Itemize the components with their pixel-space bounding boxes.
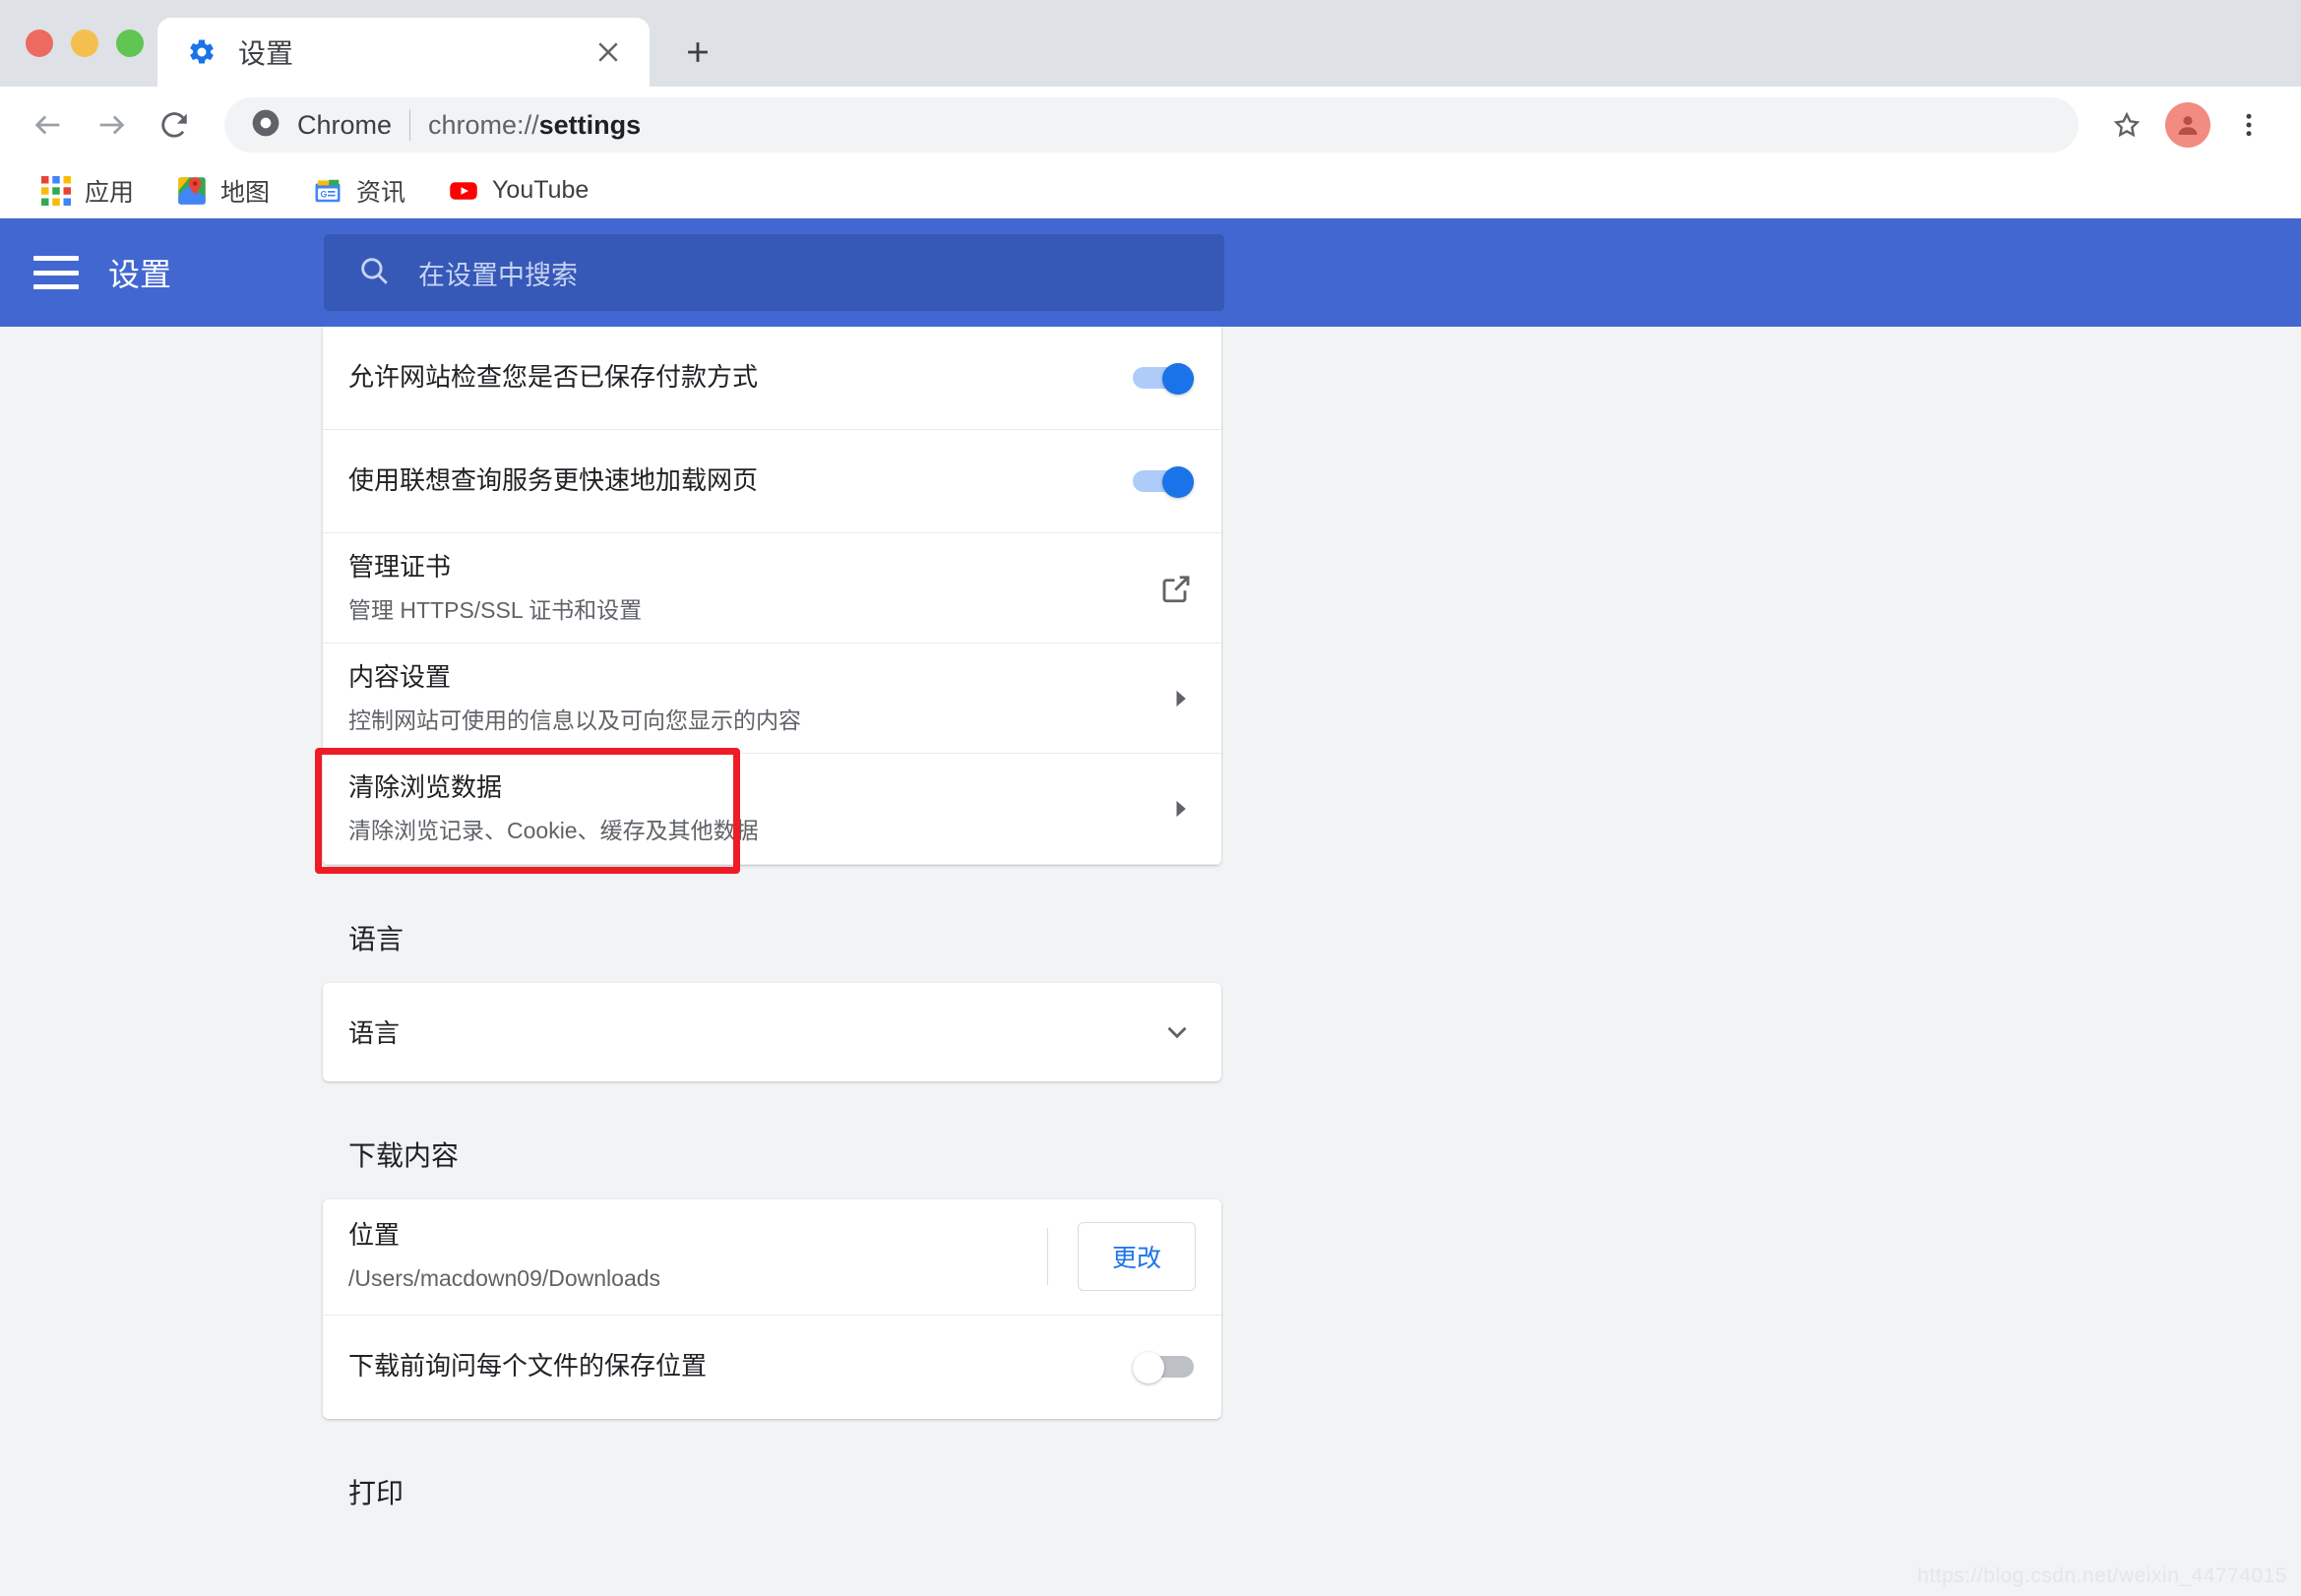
row-text: 位置 /Users/macdown09/Downloads (348, 1201, 1037, 1311)
arrow-right-icon[interactable] (1166, 795, 1194, 823)
section-title-language: 语言 (348, 923, 404, 954)
address-bar[interactable]: Chrome chrome://settings (224, 97, 2079, 153)
browser-toolbar: Chrome chrome://settings (0, 87, 2301, 163)
row-text: 管理证书 管理 HTTPS/SSL 证书和设置 (348, 533, 1158, 643)
settings-header: 设置 在设置中搜索 (0, 218, 2301, 327)
window-maximize-button[interactable] (116, 30, 144, 57)
change-location-button[interactable]: 更改 (1077, 1222, 1196, 1292)
chrome-logo-icon (250, 107, 281, 144)
row-title: 下载前询问每个文件的保存位置 (348, 1351, 708, 1381)
page-title: 设置 (108, 257, 172, 292)
close-icon[interactable] (589, 32, 628, 72)
hamburger-icon[interactable] (33, 256, 79, 289)
vertical-divider (1046, 1228, 1048, 1286)
tab-strip: 设置 (0, 0, 2301, 87)
three-dot-menu-icon[interactable] (2220, 96, 2277, 153)
toggle-prediction-service[interactable] (1133, 466, 1194, 498)
row-subtitle: 管理 HTTPS/SSL 证书和设置 (348, 596, 643, 623)
google-news-icon: G (313, 176, 342, 206)
setting-row-payment-check[interactable]: 允许网站检查您是否已保存付款方式 (323, 327, 1221, 430)
watermark: https://blog.csdn.net/weixin_44774015 (1917, 1565, 2287, 1587)
forward-arrow-icon[interactable] (83, 96, 140, 153)
address-bar-url[interactable]: chrome://settings (428, 110, 641, 141)
row-subtitle: 控制网站可使用的信息以及可向您显示的内容 (348, 706, 801, 733)
arrow-right-icon[interactable] (1166, 685, 1194, 712)
bookmark-label: 地图 (220, 178, 271, 207)
omnibox-divider (409, 109, 411, 141)
window-minimize-button[interactable] (71, 30, 98, 57)
site-chip: Chrome (250, 107, 392, 144)
row-title: 内容设置 (348, 662, 452, 693)
search-icon (357, 254, 391, 292)
row-title: 使用联想查询服务更快速地加载网页 (348, 465, 759, 496)
star-icon[interactable] (2098, 96, 2155, 153)
row-title: 允许网站检查您是否已保存付款方式 (348, 362, 759, 393)
tab-title: 设置 (238, 38, 294, 69)
privacy-settings-card: 允许网站检查您是否已保存付款方式 使用联想查询服务更快速地加载网页 管理证书 管… (315, 327, 1221, 874)
row-title: 清除浏览数据 (348, 772, 503, 803)
apps-grid-icon (41, 175, 71, 206)
setting-row-clear-browsing-data[interactable]: 清除浏览数据 清除浏览记录、Cookie、缓存及其他数据 (323, 754, 1221, 865)
google-maps-icon (177, 176, 207, 206)
section-title-downloads: 下载内容 (348, 1139, 460, 1171)
section-title-print: 打印 (348, 1477, 404, 1508)
bookmark-youtube[interactable]: YouTube (431, 170, 606, 212)
setting-row-prediction-service[interactable]: 使用联想查询服务更快速地加载网页 (323, 430, 1221, 533)
window-controls (18, 0, 157, 87)
gear-icon (187, 37, 217, 67)
setting-row-content-settings[interactable]: 内容设置 控制网站可使用的信息以及可向您显示的内容 (323, 644, 1221, 755)
download-path-value: /Users/macdown09/Downloads (348, 1265, 661, 1292)
toggle-knob (1162, 466, 1194, 498)
row-text: 使用联想查询服务更快速地加载网页 (348, 447, 1133, 516)
chevron-down-icon[interactable] (1160, 1015, 1194, 1049)
svg-text:G: G (321, 189, 328, 199)
downloads-card: 位置 /Users/macdown09/Downloads 更改 下载前询问每个… (323, 1198, 1221, 1419)
bookmark-label: 应用 (85, 178, 135, 207)
language-expand-row[interactable]: 语言 (323, 983, 1221, 1081)
row-subtitle: 清除浏览记录、Cookie、缓存及其他数据 (348, 818, 759, 844)
settings-page-body: 允许网站检查您是否已保存付款方式 使用联想查询服务更快速地加载网页 管理证书 管… (0, 327, 2301, 1596)
url-prefix: chrome:// (428, 109, 539, 140)
browser-tab-settings[interactable]: 设置 (157, 18, 650, 87)
row-title: 管理证书 (348, 552, 452, 582)
bookmark-label: 资讯 (356, 178, 406, 207)
toggle-knob (1133, 1352, 1164, 1384)
url-path: settings (538, 109, 642, 140)
download-location-row: 位置 /Users/macdown09/Downloads 更改 (323, 1199, 1221, 1316)
row-text: 清除浏览数据 清除浏览记录、Cookie、缓存及其他数据 (348, 754, 1166, 863)
settings-content-column: 允许网站检查您是否已保存付款方式 使用联想查询服务更快速地加载网页 管理证书 管… (315, 327, 1221, 1511)
reload-icon[interactable] (146, 96, 203, 153)
toggle-knob (1162, 363, 1194, 395)
language-card: 语言 (323, 982, 1221, 1081)
bookmark-news[interactable]: G 资讯 (295, 167, 423, 215)
bookmark-label: YouTube (492, 176, 590, 204)
row-title: 位置 (348, 1220, 401, 1251)
window-close-button[interactable] (26, 30, 53, 57)
toggle-ask-save-location[interactable] (1133, 1352, 1194, 1384)
setting-row-manage-certificates[interactable]: 管理证书 管理 HTTPS/SSL 证书和设置 (323, 533, 1221, 645)
search-placeholder: 在设置中搜索 (418, 260, 579, 290)
setting-row-ask-save-location[interactable]: 下载前询问每个文件的保存位置 (323, 1316, 1221, 1419)
toggle-payment-check[interactable] (1133, 363, 1194, 395)
bookmarks-bar: 应用 地图 G 资讯 YouTube (0, 163, 2301, 218)
search-input[interactable]: 在设置中搜索 (324, 234, 1225, 311)
avatar[interactable] (2165, 102, 2210, 148)
back-arrow-icon[interactable] (20, 96, 77, 153)
youtube-icon (449, 176, 478, 206)
bookmark-maps[interactable]: 地图 (159, 167, 287, 215)
bookmark-apps[interactable]: 应用 (24, 167, 152, 215)
row-text: 下载前询问每个文件的保存位置 (348, 1332, 1133, 1401)
language-row-label: 语言 (348, 1018, 401, 1049)
new-tab-button[interactable] (671, 26, 724, 79)
row-text: 允许网站检查您是否已保存付款方式 (348, 343, 1133, 412)
chip-label: Chrome (297, 109, 393, 140)
external-link-icon[interactable] (1158, 571, 1194, 606)
toolbar-right (2098, 96, 2277, 153)
row-text: 内容设置 控制网站可使用的信息以及可向您显示的内容 (348, 644, 1166, 753)
